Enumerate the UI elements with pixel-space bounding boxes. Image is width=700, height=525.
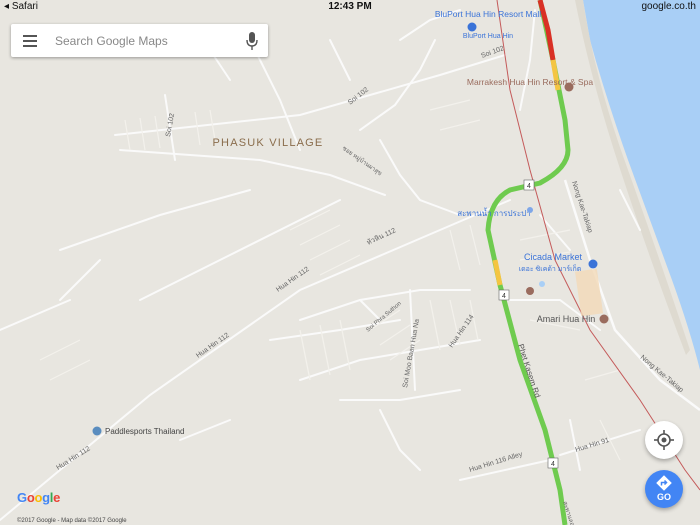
hotel-icon [599,314,609,324]
poi-label: Paddlesports Thailand [105,427,184,436]
url-domain: google.co.th [641,1,697,12]
pin-icon [92,426,102,436]
map-canvas[interactable]: 4 4 4 PHASUK VILLAGE Soi 102 Soi 102 Soi… [0,0,700,525]
poi-paddlesports[interactable]: Paddlesports Thailand [92,426,185,437]
copyright-text: ©2017 Google - Map data ©2017 Google [17,518,127,524]
route-shield-label: 4 [551,461,555,468]
route-shield-label: 4 [527,183,531,190]
route-shield-label: 4 [502,293,506,300]
clock: 12:43 PM [328,1,372,12]
shopping-icon [588,259,598,269]
pond [539,281,545,287]
directions-icon [656,475,672,491]
landmark-icon [527,207,533,213]
menu-icon[interactable] [23,35,37,47]
microphone-icon[interactable] [246,32,258,50]
poi-sublabel: BluPort Hua Hin [463,33,513,40]
status-bar: ◂ Safari 12:43 PM google.co.th [0,0,700,14]
poi-label: Amari Hua Hin [537,314,596,324]
google-logo: Google [17,490,61,505]
search-input[interactable] [53,30,242,52]
go-directions-button[interactable]: GO [645,470,683,508]
poi-label: Cicada Market [524,252,583,262]
go-label: GO [656,492,671,502]
poi-sublabel: เดอะ ซิเคด้า มาร์เก็ต [519,264,582,273]
shopping-icon [467,22,477,32]
poi-label: Marrakesh Hua Hin Resort & Spa [467,77,593,87]
my-location-button[interactable] [645,421,683,459]
search-box [11,24,268,57]
crosshair-icon [654,430,674,450]
poi-label: สะพานน้ำ การประปา [457,207,530,218]
hotel-icon [564,82,574,92]
area-label: PHASUK VILLAGE [213,137,324,149]
poi-water-bridge[interactable]: สะพานน้ำ การประปา [457,207,533,218]
poi-small-icon[interactable] [526,287,534,295]
